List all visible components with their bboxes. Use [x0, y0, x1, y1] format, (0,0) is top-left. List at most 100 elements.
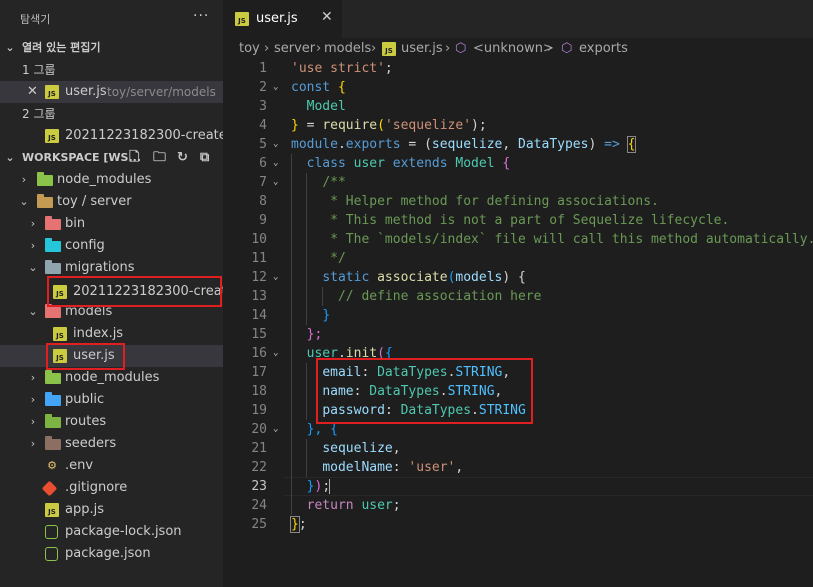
code-editor[interactable]: 1 2 3 4 5 6 7 8 9 10 11 12 13 14 15 16 1… — [223, 59, 813, 587]
close-icon[interactable]: ✕ — [27, 81, 38, 103]
explorer-sidebar: 탐색기 ··· ⌄ 열려 있는 편집기 1 그룹 ✕ user.js toy/s… — [0, 0, 223, 587]
open-editor-path: toy/server/models — [107, 85, 216, 99]
tree-item-node_modules[interactable]: › node_modules — [0, 169, 223, 191]
more-actions-icon[interactable]: ··· — [193, 8, 209, 24]
chevron-right-icon: › — [547, 41, 553, 56]
fold-icon[interactable]: ⌄ — [273, 268, 278, 287]
tree-item-label: routes — [65, 414, 107, 429]
tree-item-seeders[interactable]: › seeders — [0, 433, 223, 455]
folder-icon — [45, 216, 61, 230]
group-label: 1 그룹 — [22, 63, 56, 77]
editor-tab-bar: user.js ✕ — [223, 0, 813, 38]
tree-item-label: index.js — [73, 326, 124, 341]
folder-icon — [37, 172, 53, 186]
chevron-right-icon: › — [264, 41, 270, 56]
tree-item-routes[interactable]: › routes — [0, 411, 223, 433]
breadcrumb-item[interactable]: server — [274, 38, 315, 60]
open-editor-item-user-js[interactable]: ✕ user.js toy/server/models — [0, 81, 223, 103]
fold-icon[interactable]: ⌄ — [273, 420, 278, 439]
tree-item-node_modules-2[interactable]: › node_modules — [0, 367, 223, 389]
workspace-header[interactable]: ⌄ WORKSPACE [WS... 🗋 🗀 ↻ ⧉ — [0, 147, 223, 169]
js-file-icon — [45, 85, 59, 99]
module-icon: ⬡ — [561, 41, 573, 56]
nodejs-file-icon — [45, 547, 58, 561]
close-icon[interactable]: ✕ — [321, 9, 333, 25]
explorer-title-bar: 탐색기 ··· — [0, 0, 223, 38]
module-icon: ⬡ — [455, 41, 467, 56]
tree-item-package-json[interactable]: package.json — [0, 543, 223, 565]
code-line-3: Model — [306, 99, 346, 114]
highlight-box-attributes — [316, 358, 533, 424]
fold-icon[interactable]: ⌄ — [273, 135, 278, 154]
js-file-icon — [53, 327, 67, 341]
code-line-22: modelName: 'user', — [322, 460, 464, 475]
open-editor-item-migration[interactable]: 20211223182300-create-... — [0, 125, 223, 147]
folder-open-icon — [45, 260, 61, 274]
breadcrumb-item[interactable]: user.js — [401, 38, 443, 60]
env-file-icon: ⚙ — [47, 459, 57, 472]
fold-icon[interactable]: ⌄ — [273, 173, 278, 192]
code-line-8: * Helper method for defining association… — [322, 194, 659, 209]
code-line-14: } — [322, 308, 331, 323]
open-editors-header[interactable]: ⌄ 열려 있는 편집기 — [0, 37, 223, 59]
breadcrumb-item[interactable]: <unknown> — [473, 38, 554, 60]
nodejs-file-icon — [45, 525, 58, 539]
new-file-icon[interactable]: 🗋 — [129, 147, 139, 169]
breadcrumb-item[interactable]: toy — [239, 38, 260, 60]
fold-icon[interactable]: ⌄ — [273, 344, 278, 363]
code-line-13: // define association here — [337, 289, 542, 304]
folder-icon — [45, 238, 61, 252]
code-line-23: }); — [306, 479, 331, 494]
tree-item-gitignore[interactable]: .gitignore — [0, 477, 223, 499]
tree-item-label: node_modules — [57, 172, 152, 187]
refresh-icon[interactable]: ↻ — [177, 147, 188, 169]
folder-icon — [45, 414, 61, 428]
fold-icon[interactable]: ⌄ — [273, 154, 278, 173]
tab-label: user.js — [256, 11, 298, 26]
fold-icon[interactable]: ⌄ — [273, 78, 278, 97]
folder-icon — [45, 436, 61, 450]
tree-item-package-lock[interactable]: package-lock.json — [0, 521, 223, 543]
tree-item-label: .env — [65, 458, 94, 473]
git-file-icon — [41, 480, 58, 497]
code-line-1: 'use strict'; — [291, 61, 393, 76]
code-line-15: }; — [306, 327, 323, 342]
highlight-box-user-js — [46, 343, 125, 370]
breadcrumb-item[interactable]: exports — [579, 38, 628, 60]
breadcrumb: toy › server › models › user.js › ⬡ <unk… — [223, 38, 813, 60]
tree-item-label: config — [65, 238, 105, 253]
code-line-10: * The `models/index` file will call this… — [322, 232, 813, 247]
code-line-7: /** — [322, 175, 346, 190]
folder-icon — [45, 392, 61, 406]
collapse-all-icon[interactable]: ⧉ — [200, 147, 209, 169]
tree-item-label: app.js — [65, 502, 104, 517]
tree-item-toy-server[interactable]: ⌄ toy / server — [0, 191, 223, 213]
tab-user-js[interactable]: user.js ✕ — [223, 0, 342, 38]
code-line-6: class user extends Model { — [306, 156, 511, 171]
code-line-24: return user; — [306, 498, 401, 513]
tree-item-app-js[interactable]: app.js — [0, 499, 223, 521]
tree-item-config[interactable]: › config — [0, 235, 223, 257]
js-file-icon — [45, 503, 59, 517]
code-line-12: static associate(models) { — [322, 270, 526, 285]
js-file-icon — [235, 12, 249, 26]
open-editors-label: 열려 있는 편집기 — [22, 41, 101, 54]
workspace-label: WORKSPACE [WS... — [22, 151, 142, 164]
code-line-2: const { — [291, 80, 346, 95]
tree-item-bin[interactable]: › bin — [0, 213, 223, 235]
js-file-icon — [382, 42, 396, 56]
code-line-11: */ — [322, 251, 346, 266]
explorer-title: 탐색기 — [20, 13, 51, 26]
breadcrumb-item[interactable]: models — [324, 38, 371, 60]
editor-group-1[interactable]: 1 그룹 — [0, 59, 223, 81]
tree-item-public[interactable]: › public — [0, 389, 223, 411]
tree-item-label: toy / server — [57, 194, 132, 209]
editor-group-2[interactable]: 2 그룹 — [0, 103, 223, 125]
tree-item-env[interactable]: ⚙ .env — [0, 455, 223, 477]
new-folder-icon[interactable]: 🗀 — [153, 147, 166, 169]
open-editor-filename: 20211223182300-create-... — [65, 128, 223, 143]
tree-item-index-js[interactable]: index.js — [0, 323, 223, 345]
code-line-9: * This method is not a part of Sequelize… — [322, 213, 730, 228]
folder-open-icon — [37, 194, 53, 208]
tree-item-label: bin — [65, 216, 86, 231]
